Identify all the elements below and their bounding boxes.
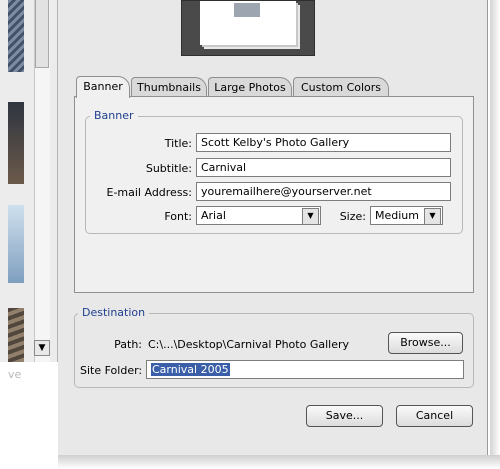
save-button[interactable]: Save... bbox=[306, 405, 383, 427]
site-folder-label: Site Folder: bbox=[80, 364, 143, 377]
chevron-down-icon[interactable]: ▼ bbox=[424, 208, 441, 225]
tab-large-photos[interactable]: Large Photos bbox=[208, 77, 292, 97]
preview-page bbox=[200, 1, 296, 45]
chevron-down-icon: ▼ bbox=[38, 343, 46, 353]
partial-label: ve bbox=[8, 368, 22, 381]
chevron-down-icon[interactable]: ▼ bbox=[302, 208, 319, 225]
size-select[interactable]: Medium ▼ bbox=[370, 206, 443, 225]
preview-thumbnail bbox=[234, 3, 260, 17]
thumbnail-4[interactable] bbox=[8, 308, 24, 362]
banner-legend: Banner bbox=[90, 109, 138, 122]
dialog-shadow-bottom bbox=[58, 455, 500, 469]
email-label: E-mail Address: bbox=[106, 186, 193, 199]
font-select[interactable]: Arial ▼ bbox=[196, 206, 321, 225]
cancel-button[interactable]: Cancel bbox=[396, 405, 473, 427]
tab-custom-colors[interactable]: Custom Colors bbox=[293, 77, 389, 97]
title-input[interactable]: Scott Kelby's Photo Gallery bbox=[196, 133, 451, 152]
browse-button[interactable]: Browse... bbox=[388, 332, 463, 354]
site-folder-input[interactable]: Carnival 2005 bbox=[146, 360, 464, 379]
font-label: Font: bbox=[164, 210, 192, 223]
scrollbar-thumb[interactable] bbox=[35, 0, 49, 68]
font-select-value: Arial bbox=[201, 209, 226, 222]
thumbnail-2[interactable] bbox=[8, 102, 24, 184]
scroll-down-button[interactable]: ▼ bbox=[34, 340, 50, 356]
site-folder-value: Carnival 2005 bbox=[151, 363, 230, 376]
tab-thumbnails[interactable]: Thumbnails bbox=[131, 77, 207, 97]
destination-legend: Destination bbox=[78, 306, 150, 319]
email-input[interactable]: youremailhere@yourserver.net bbox=[196, 182, 451, 201]
size-select-value: Medium bbox=[375, 209, 419, 222]
title-label: Title: bbox=[164, 137, 192, 150]
size-label: Size: bbox=[339, 210, 366, 223]
gallery-preview bbox=[181, 0, 315, 56]
path-label: Path: bbox=[114, 338, 142, 351]
thumbnail-1[interactable] bbox=[8, 0, 24, 72]
subtitle-input[interactable]: Carnival bbox=[196, 158, 451, 177]
tab-banner[interactable]: Banner bbox=[76, 76, 130, 98]
subtitle-label: Subtitle: bbox=[145, 162, 192, 175]
path-value: C:\...\Desktop\Carnival Photo Gallery bbox=[148, 338, 349, 351]
dialog-shadow-right bbox=[490, 0, 500, 469]
thumbnail-3[interactable] bbox=[8, 205, 24, 283]
